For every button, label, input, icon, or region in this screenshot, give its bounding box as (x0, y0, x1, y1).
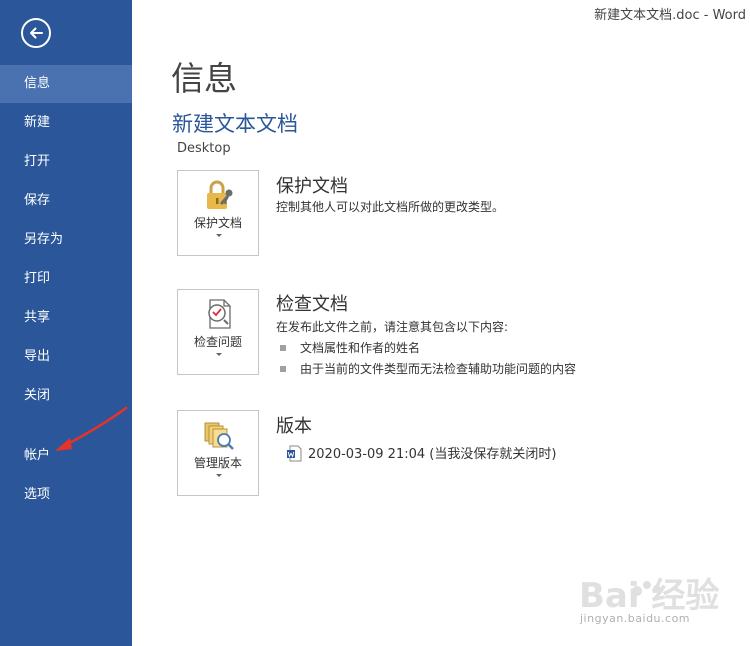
chevron-down-icon (216, 234, 222, 237)
version-entry[interactable]: 2020-03-09 21:04 (当我没保存就关闭时) (286, 443, 556, 463)
manage-versions-button[interactable]: 管理版本 (177, 410, 259, 496)
sidebar-item-save-as[interactable]: 另存为 (0, 221, 132, 259)
protect-document-button[interactable]: 保护文档 (177, 170, 259, 256)
page-title: 信息 (171, 59, 237, 98)
word-document-icon (287, 445, 302, 462)
bullet-square-icon (280, 365, 286, 372)
tile-label: 检查问题 (193, 335, 242, 349)
tile-label: 管理版本 (193, 456, 242, 470)
lock-key-icon (207, 180, 233, 209)
sidebar-item-share[interactable]: 共享 (0, 299, 132, 337)
tile-label: 保护文档 (193, 216, 242, 230)
sidebar-item-export[interactable]: 导出 (0, 338, 132, 376)
protect-section-heading: 保护文档 (276, 176, 348, 197)
manage-versions-icon (204, 422, 234, 450)
sidebar-item-info[interactable]: 信息 (0, 65, 132, 103)
list-item: 文档属性和作者的姓名 (280, 339, 420, 356)
versions-section-heading: 版本 (276, 416, 312, 437)
bullet-square-icon (280, 344, 286, 351)
sidebar-item-save[interactable]: 保存 (0, 182, 132, 220)
chevron-down-icon (216, 474, 222, 477)
list-item: 由于当前的文件类型而无法检查辅助功能问题的内容 (280, 360, 576, 377)
back-arrow-icon (30, 27, 43, 39)
document-path[interactable]: Desktop (177, 141, 231, 156)
chevron-down-icon (216, 353, 222, 356)
baidu-jingyan-watermark-icon: Bai 经验 (579, 576, 719, 616)
window-title: 新建文本文档.doc - Word (594, 8, 746, 23)
back-button[interactable] (21, 18, 51, 48)
sidebar-item-new[interactable]: 新建 (0, 104, 132, 142)
protect-section-description: 控制其他人可以对此文档所做的更改类型。 (276, 200, 505, 214)
check-issues-button[interactable]: 检查问题 (177, 289, 259, 375)
backstage-sidebar: 信息 新建 打开 保存 另存为 打印 共享 导出 关闭 帐户 选项 (0, 0, 132, 646)
word-backstage-info: 新建文本文档.doc - Word 信息 新建 打开 保存 另存为 打印 共享 … (0, 0, 750, 646)
annotation-arrow-icon (55, 406, 128, 451)
sidebar-item-open[interactable]: 打开 (0, 143, 132, 181)
sidebar-item-print[interactable]: 打印 (0, 260, 132, 298)
inspect-document-icon (208, 299, 231, 329)
inspect-section-heading: 检查文档 (276, 294, 348, 315)
inspect-section-description: 在发布此文件之前，请注意其包含以下内容: (276, 320, 509, 334)
sidebar-item-options[interactable]: 选项 (0, 476, 132, 514)
watermark-subtext: jingyan.baidu.com (580, 612, 691, 625)
document-name: 新建文本文档 (172, 112, 298, 136)
